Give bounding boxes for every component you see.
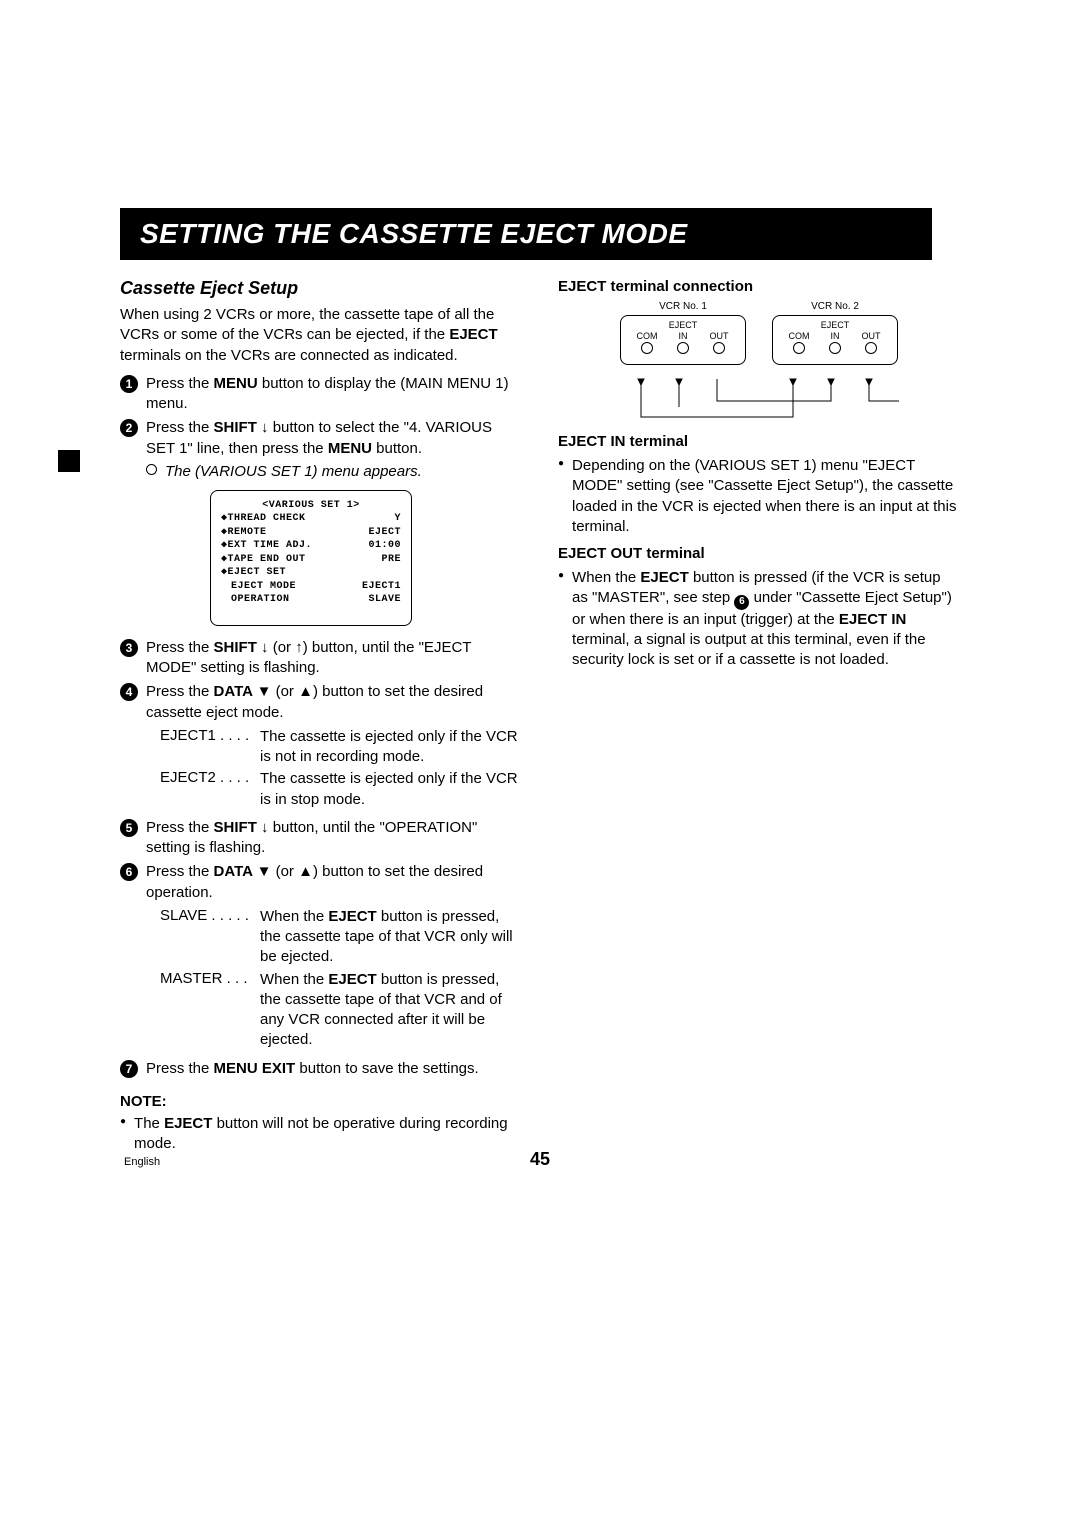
- step-number-icon: 7: [120, 1060, 138, 1078]
- step-4: 4 Press the DATA ▼ (or ▲) button to set …: [120, 682, 522, 723]
- wire-diagram: [599, 377, 919, 425]
- port-icon: [713, 342, 725, 354]
- port-out: OUT: [856, 331, 886, 354]
- eject-out-text: When the EJECT button is pressed (if the…: [558, 568, 960, 670]
- option-eject1: EJECT1 . . . . The cassette is ejected o…: [160, 727, 522, 768]
- step-6: 6 Press the DATA ▼ (or ▲) button to set …: [120, 862, 522, 903]
- port-icon: [641, 342, 653, 354]
- eject-connection-heading: EJECT terminal connection: [558, 278, 960, 295]
- menu-subrow: EJECT MODEEJECT1: [221, 580, 401, 594]
- eject-in-heading: EJECT IN terminal: [558, 433, 960, 450]
- intro-text: When using 2 VCRs or more, the cassette …: [120, 305, 522, 366]
- port-icon: [793, 342, 805, 354]
- menu-row: ◆TAPE END OUTPRE: [221, 553, 401, 567]
- step-number-icon: 2: [120, 419, 138, 437]
- right-column: EJECT terminal connection VCR No. 1 EJEC…: [558, 278, 960, 1156]
- option-eject2: EJECT2 . . . . The cassette is ejected o…: [160, 769, 522, 810]
- step-2-sub: The (VARIOUS SET 1) menu appears.: [146, 463, 522, 480]
- port-icon: [677, 342, 689, 354]
- step-1: 1 Press the MENU button to display the (…: [120, 374, 522, 415]
- step-number-icon: 4: [120, 683, 138, 701]
- step-number-icon: 3: [120, 639, 138, 657]
- vcr-1: VCR No. 1 EJECT COM IN OUT: [620, 301, 746, 365]
- port-com: COM: [784, 331, 814, 354]
- step-2: 2 Press the SHIFT ↓ button to select the…: [120, 418, 522, 459]
- port-in: IN: [668, 331, 698, 354]
- step-3: 3 Press the SHIFT ↓ (or ↑) button, until…: [120, 638, 522, 679]
- edge-tab: [58, 450, 80, 472]
- page-number: 45: [530, 1149, 550, 1170]
- eject-mode-options: EJECT1 . . . . The cassette is ejected o…: [160, 727, 522, 810]
- port-out: OUT: [704, 331, 734, 354]
- vcr-2: VCR No. 2 EJECT COM IN OUT: [772, 301, 898, 365]
- page-title: SETTING THE CASSETTE EJECT MODE: [140, 218, 688, 250]
- connection-diagram: VCR No. 1 EJECT COM IN OUT VCR No. 2: [599, 301, 919, 425]
- two-column-layout: Cassette Eject Setup When using 2 VCRs o…: [120, 278, 960, 1156]
- menu-subrow: OPERATIONSLAVE: [221, 593, 401, 607]
- step-ref-6-icon: 6: [734, 595, 749, 610]
- menu-row: ◆EJECT SET: [221, 566, 401, 580]
- step-number-icon: 1: [120, 375, 138, 393]
- menu-row: ◆EXT TIME ADJ.01:00: [221, 539, 401, 553]
- menu-title: <VARIOUS SET 1>: [221, 499, 401, 513]
- eject-out-heading: EJECT OUT terminal: [558, 545, 960, 562]
- step-number-icon: 5: [120, 819, 138, 837]
- option-slave: SLAVE . . . . . When the EJECT button is…: [160, 907, 522, 968]
- port-icon: [829, 342, 841, 354]
- page-title-bar: SETTING THE CASSETTE EJECT MODE: [120, 208, 932, 260]
- step-number-icon: 6: [120, 863, 138, 881]
- note-heading: NOTE:: [120, 1093, 522, 1110]
- language-label: English: [124, 1156, 160, 1168]
- step-5: 5 Press the SHIFT ↓ button, until the "O…: [120, 818, 522, 859]
- port-com: COM: [632, 331, 662, 354]
- port-icon: [865, 342, 877, 354]
- operation-options: SLAVE . . . . . When the EJECT button is…: [160, 907, 522, 1051]
- option-master: MASTER . . . When the EJECT button is pr…: [160, 970, 522, 1051]
- osd-menu-screenshot: <VARIOUS SET 1> ◆THREAD CHECKY ◆REMOTEEJ…: [210, 490, 412, 626]
- eject-in-text: Depending on the (VARIOUS SET 1) menu "E…: [558, 456, 960, 537]
- manual-page: SETTING THE CASSETTE EJECT MODE Cassette…: [0, 0, 1080, 1216]
- left-column: Cassette Eject Setup When using 2 VCRs o…: [120, 278, 522, 1156]
- menu-row: ◆REMOTEEJECT: [221, 526, 401, 540]
- menu-row: ◆THREAD CHECKY: [221, 512, 401, 526]
- note-bullet: The EJECT button will not be operative d…: [120, 1114, 522, 1155]
- step-7: 7 Press the MENU EXIT button to save the…: [120, 1059, 522, 1079]
- port-in: IN: [820, 331, 850, 354]
- section-heading: Cassette Eject Setup: [120, 278, 522, 299]
